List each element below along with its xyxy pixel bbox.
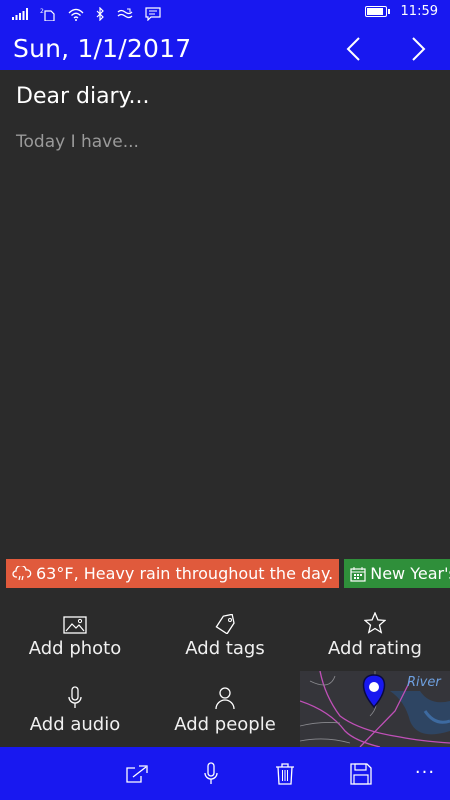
holiday-chip[interactable]: New Year's Day [344,559,450,588]
battery-icon [364,6,390,17]
status-bar: 2 11:59 [0,0,450,28]
save-icon [350,763,372,785]
add-photo-label: Add photo [28,638,122,659]
clock: 11:59 [400,4,438,19]
holiday-text: New Year's Day [370,564,450,583]
map-river-label: River [407,675,441,690]
message-icon [145,7,161,21]
chevron-left-icon [346,37,360,61]
info-chips: 63°F, Heavy rain throughout the day. New… [6,559,450,588]
next-day-button[interactable] [402,32,436,66]
bluetooth-icon [96,7,105,21]
wifi-icon [68,7,84,21]
add-people-label: Add people [174,714,276,735]
share-button[interactable] [120,759,154,789]
star-icon [364,612,386,634]
data-sense-icon [117,8,133,20]
add-people-button[interactable]: Add people [150,684,300,754]
chevron-right-icon [412,37,426,61]
signal-icon [12,8,28,20]
delete-button[interactable] [268,759,302,789]
add-tags-label: Add tags [185,638,265,659]
calendar-icon [350,566,366,582]
more-options-button[interactable]: ... [410,759,440,781]
add-audio-label: Add audio [29,714,121,735]
tag-icon [215,614,235,634]
weather-text: 63°F, Heavy rain throughout the day. [36,564,334,583]
person-icon [215,687,235,710]
record-audio-button[interactable] [194,759,228,789]
entry-date[interactable]: Sun, 1/1/2017 [13,34,191,63]
add-rating-label: Add rating [328,638,422,659]
photo-icon [63,616,87,634]
entry-title-input[interactable]: Dear diary... [16,84,436,109]
save-button[interactable] [344,759,378,789]
microphone-icon [204,762,218,784]
previous-day-button[interactable] [336,32,370,66]
weather-chip[interactable]: 63°F, Heavy rain throughout the day. [6,559,340,588]
add-audio-button[interactable]: Add audio [0,684,150,754]
date-header: Sun, 1/1/2017 [0,28,450,70]
sim-icon: 2 [40,7,56,21]
add-rating-button[interactable]: Add rating [300,608,450,678]
app-bar: ... [0,747,450,800]
location-map[interactable]: River [300,671,450,747]
add-photo-button[interactable]: Add photo [0,608,150,678]
add-tags-button[interactable]: Add tags [150,608,300,678]
entry-body-input[interactable]: Today I have... [16,132,436,532]
delete-icon [276,763,294,785]
svg-text:2: 2 [40,8,44,15]
cloud-rain-icon [12,565,32,580]
microphone-icon [68,686,82,708]
share-icon [126,765,148,783]
